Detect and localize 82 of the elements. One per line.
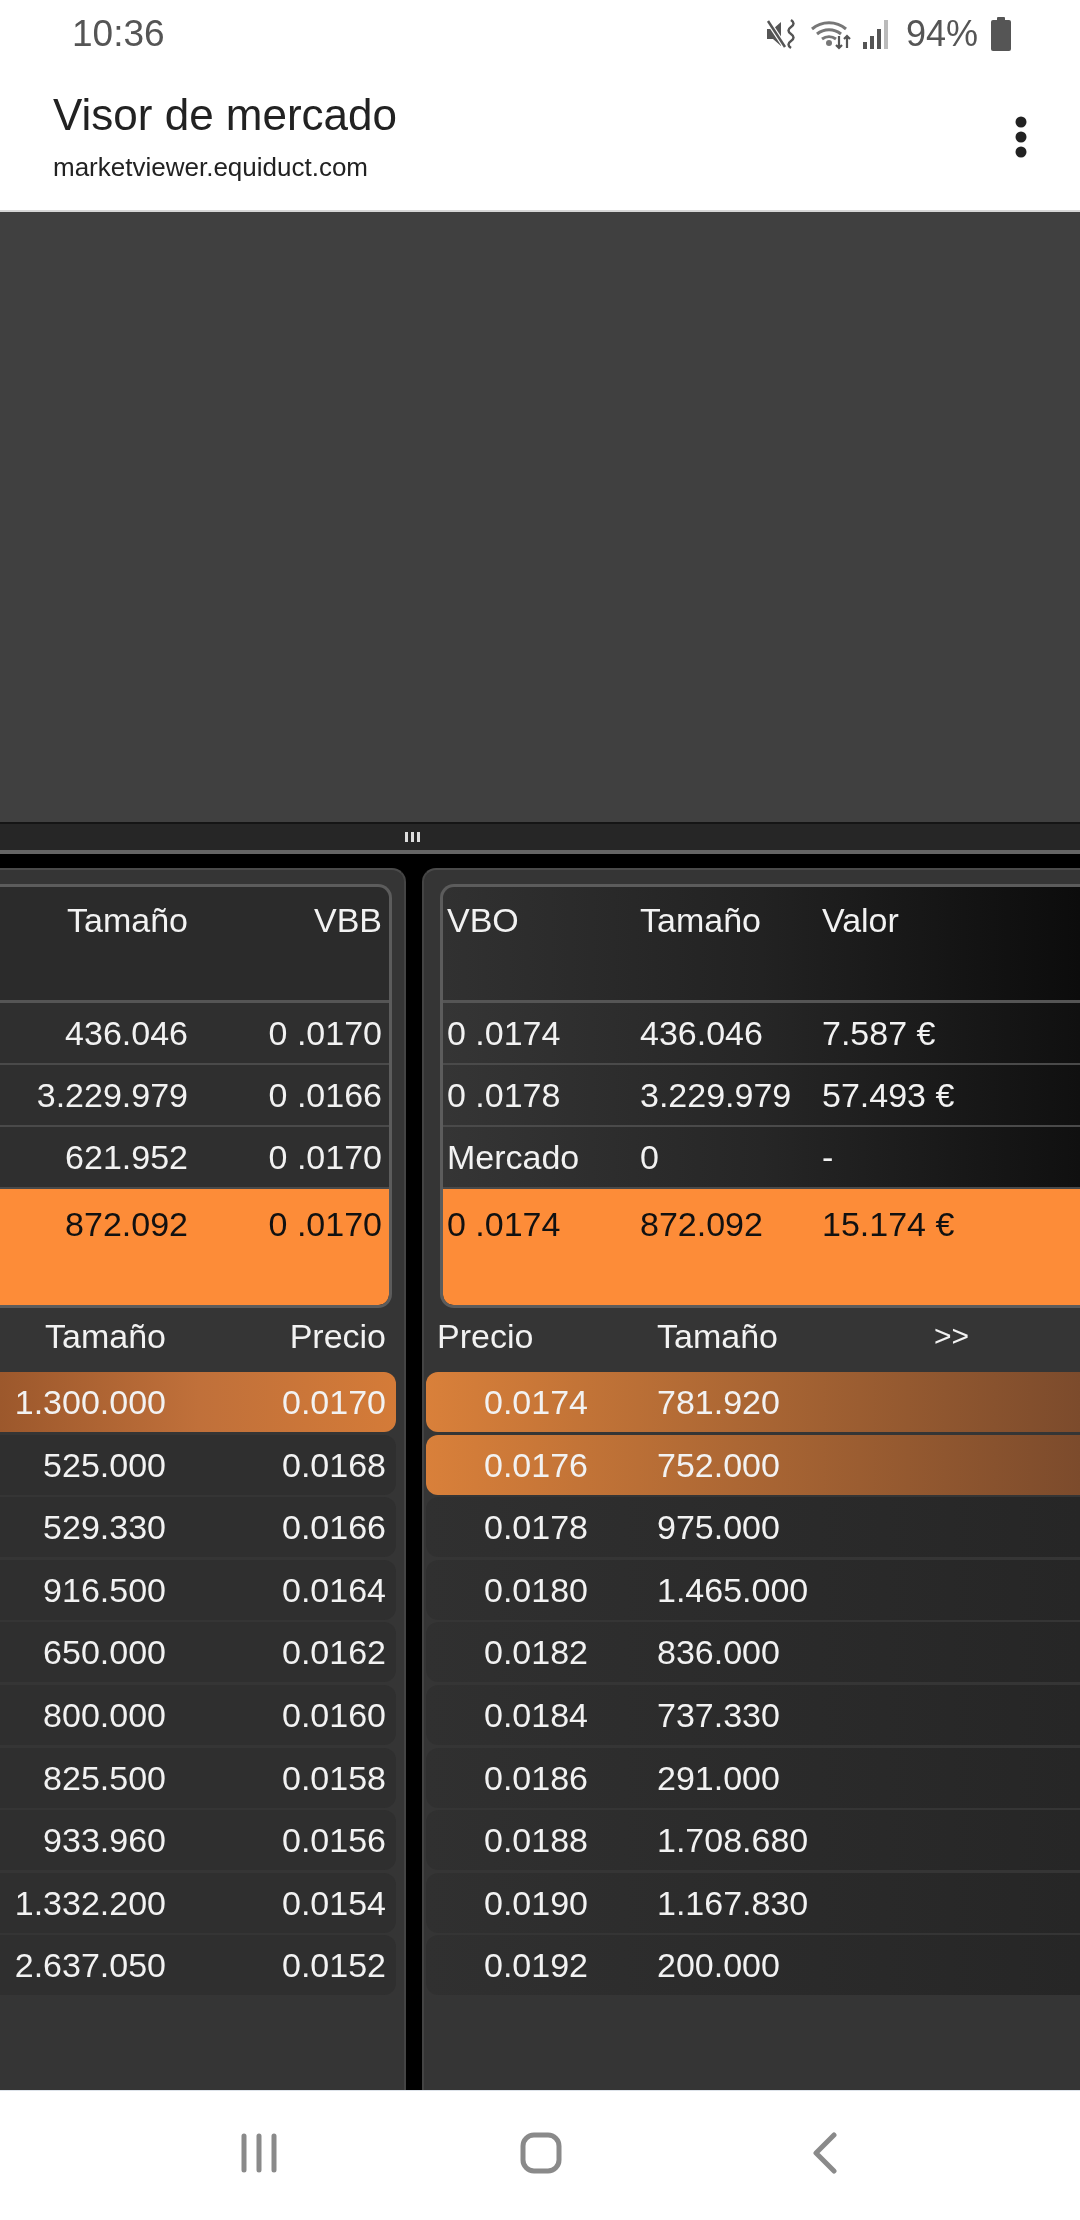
- table-cell-text: 0 .0170: [267, 1204, 383, 1244]
- table-cell-text: 0.0164: [281, 1569, 387, 1610]
- table-cell-text: 0.0158: [281, 1757, 387, 1798]
- table-cell-text: 200.000: [657, 1945, 781, 1986]
- more-options-icon[interactable]: [1013, 116, 1029, 158]
- table-cell-text: 525.000: [42, 1444, 167, 1485]
- table-cell-text: 0 .0178: [447, 1075, 562, 1115]
- column-header: Tamaño: [657, 1316, 778, 1356]
- table-cell-text: 737.330: [657, 1694, 781, 1735]
- home-icon[interactable]: [520, 2131, 562, 2174]
- table-cell-text: 1.332.200: [13, 1882, 167, 1923]
- table-cell-text: 872.092: [640, 1204, 764, 1244]
- table-cell-text: 436.046: [640, 1013, 764, 1053]
- table-cell-text: 15.174 €: [822, 1204, 956, 1244]
- table-cell-text: 0.0174: [484, 1382, 589, 1422]
- table-cell-text: 621.952: [64, 1137, 189, 1177]
- table-cell-text: 7.587 €: [822, 1013, 937, 1053]
- table-cell-text: 3.229.979: [35, 1075, 189, 1115]
- table-cell-text: 650.000: [42, 1632, 167, 1673]
- table-cell-text: 0.0152: [281, 1945, 387, 1986]
- table-cell-text: -: [822, 1137, 835, 1177]
- table-cell-text: 916.500: [42, 1569, 167, 1610]
- table-cell-text: 529.330: [42, 1507, 167, 1548]
- table-cell-text: 0.0186: [484, 1757, 589, 1798]
- grip-icon[interactable]: [405, 832, 420, 842]
- wifi-icon: [809, 18, 852, 50]
- table-cell-text: 836.000: [657, 1632, 781, 1673]
- page-title: Visor de mercado: [53, 89, 398, 141]
- column-header: Valor: [822, 900, 900, 940]
- table-cell-text: 0.0182: [484, 1632, 589, 1673]
- table-cell-text: 0 .0174: [447, 1204, 562, 1244]
- table-cell-text: 0 .0170: [267, 1013, 383, 1053]
- table-cell-text: 0: [640, 1137, 660, 1177]
- back-icon[interactable]: [812, 2131, 838, 2174]
- table-cell-text: 933.960: [42, 1820, 167, 1861]
- table-cell-text: 0.0192: [484, 1945, 589, 1986]
- page-url: marketviewer.equiduct.com: [53, 152, 370, 182]
- table-cell-text: 0.0184: [484, 1694, 589, 1735]
- table-cell-text: 1.167.830: [657, 1882, 810, 1923]
- battery-icon: [990, 17, 1012, 51]
- recent-apps-icon[interactable]: [240, 2132, 278, 2173]
- column-header: VBO: [447, 900, 520, 940]
- column-header: Tamaño: [640, 900, 762, 940]
- column-header: Precio: [437, 1316, 534, 1356]
- table-cell-text: 0.0162: [281, 1632, 387, 1673]
- signal-icon: [861, 18, 890, 50]
- table-cell-text: 2.637.050: [13, 1945, 167, 1986]
- column-header: Precio: [288, 1316, 387, 1356]
- status-time: 10:36: [72, 12, 165, 56]
- table-cell-text: 0.0188: [484, 1820, 589, 1861]
- table-cell-text: 0 .0170: [267, 1137, 383, 1177]
- table-cell-text: 0.0166: [281, 1507, 387, 1548]
- table-cell-text: 0.0168: [281, 1444, 387, 1485]
- table-cell-text: 57.493 €: [822, 1075, 956, 1115]
- table-cell-text: 1.300.000: [13, 1382, 167, 1422]
- table-cell-text: 1.465.000: [657, 1569, 810, 1610]
- table-cell-text: 781.920: [657, 1382, 781, 1422]
- table-cell-text: 0.0160: [281, 1694, 387, 1735]
- table-cell-text: 0.0170: [281, 1382, 387, 1422]
- table-cell-text: 0.0180: [484, 1569, 589, 1610]
- table-cell-text: 0.0190: [484, 1882, 589, 1923]
- expand-button[interactable]: >>: [932, 1316, 972, 1356]
- table-cell-text: 752.000: [657, 1444, 781, 1485]
- table-cell-text: 3.229.979: [640, 1075, 793, 1115]
- table-cell-text: 291.000: [657, 1757, 781, 1798]
- table-cell-text: 0.0156: [281, 1820, 387, 1861]
- column-header: Tamaño: [44, 1316, 167, 1356]
- battery-percent: 94%: [905, 12, 978, 56]
- table-cell-text: 1.708.680: [657, 1820, 810, 1861]
- table-cell-text: 800.000: [42, 1694, 167, 1735]
- table-cell-text: Mercado: [447, 1137, 581, 1177]
- table-cell-text: 0.0154: [281, 1882, 387, 1923]
- table-cell-text: 0.0176: [484, 1444, 589, 1485]
- table-cell-text: 436.046: [64, 1013, 189, 1053]
- column-header: VBB: [312, 900, 383, 940]
- table-cell-text: 975.000: [657, 1507, 781, 1548]
- table-cell-text: 825.500: [42, 1757, 167, 1798]
- table-cell-text: 872.092: [64, 1204, 189, 1244]
- column-header: Tamaño: [66, 900, 189, 940]
- table-cell-text: 0 .0174: [447, 1013, 562, 1053]
- table-cell-text: 0 .0166: [267, 1075, 383, 1115]
- table-cell-text: 0.0178: [484, 1507, 589, 1548]
